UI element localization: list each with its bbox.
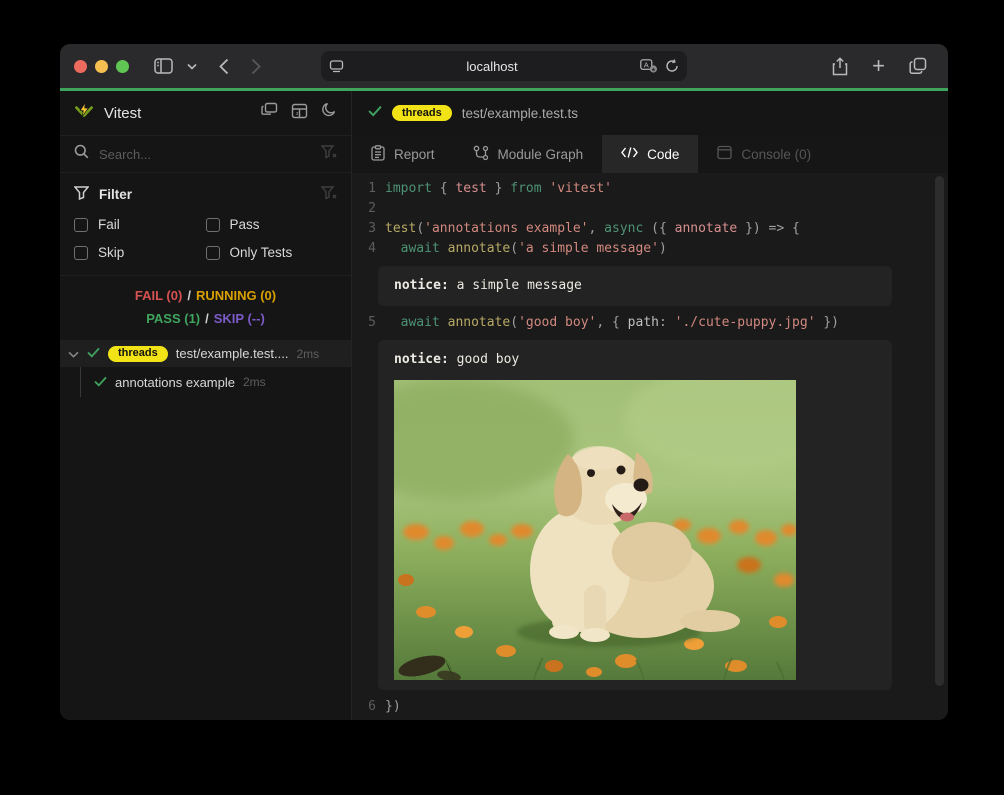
pool-badge: threads (108, 346, 168, 362)
annotation-notice: notice: a simple message (378, 266, 892, 306)
test-duration: 2ms (243, 375, 266, 389)
sidebar-toggle-icon[interactable] (147, 51, 180, 81)
indent-guide (80, 367, 81, 397)
test-case-row[interactable]: annotations example 2ms (60, 367, 351, 397)
code-line: 7 (352, 717, 948, 720)
zoom-window-button[interactable] (116, 60, 129, 73)
minimize-window-button[interactable] (95, 60, 108, 73)
check-icon (87, 346, 100, 361)
code-line: 2 (352, 199, 948, 219)
filter-section: Filter Fail Pass (60, 173, 351, 276)
code-scrollbar-thumb[interactable] (935, 176, 944, 686)
checkbox-icon (74, 218, 88, 232)
share-icon[interactable] (825, 51, 855, 81)
test-case-name: annotations example (115, 375, 235, 390)
checkbox-icon (74, 246, 88, 260)
code-line: 5 await annotate('good boy', { path: './… (352, 313, 948, 333)
address-bar[interactable]: localhost A ★ (321, 51, 687, 81)
tab-module-graph[interactable]: Module Graph (454, 135, 603, 173)
forward-button[interactable] (244, 51, 268, 81)
svg-text:31: 31 (296, 111, 302, 116)
filter-label: Filter (99, 187, 132, 202)
back-button[interactable] (212, 51, 236, 81)
skip-count: SKIP (--) (214, 311, 265, 326)
url-text: localhost (344, 59, 640, 74)
tab-report[interactable]: Report (352, 135, 454, 173)
filter-checkbox-skip[interactable]: Skip (74, 245, 206, 260)
chevron-down-icon[interactable] (68, 346, 79, 361)
pool-badge: threads (392, 105, 452, 121)
filter-checkbox-pass[interactable]: Pass (206, 217, 338, 232)
fail-count: FAIL (0) (135, 288, 182, 303)
clear-filter-icon[interactable] (321, 186, 337, 203)
search-input[interactable] (99, 147, 311, 162)
vitest-logo-icon (74, 101, 94, 126)
sidebar: Vitest 31 (60, 91, 352, 720)
svg-text:★: ★ (651, 66, 656, 73)
open-file-name: test/example.test.ts (462, 106, 578, 121)
report-icon (371, 145, 385, 164)
reload-icon[interactable] (665, 59, 679, 73)
calendar-icon[interactable]: 31 (291, 102, 308, 124)
browser-toolbar: localhost A ★ (60, 44, 948, 88)
code-line: 1import { test } from 'vitest' (352, 179, 948, 199)
module-graph-icon (473, 145, 489, 164)
dashboard-icon[interactable] (261, 102, 278, 124)
annotation-label: notice: (394, 352, 449, 367)
pass-count: PASS (1) (146, 311, 200, 326)
running-count: RUNNING (0) (196, 288, 276, 303)
code-line: 4 await annotate('a simple message') (352, 239, 948, 259)
test-file-name: test/example.test.... (176, 346, 289, 361)
close-window-button[interactable] (74, 60, 87, 73)
filter-checkbox-fail[interactable]: Fail (74, 217, 206, 232)
test-tree: threads test/example.test.... 2ms annota… (60, 340, 351, 720)
check-icon (368, 104, 382, 122)
new-tab-icon[interactable]: + (865, 51, 892, 81)
test-file-row[interactable]: threads test/example.test.... 2ms (60, 340, 351, 367)
search-icon (74, 144, 89, 164)
translate-icon[interactable]: A ★ (640, 59, 658, 73)
browser-window: localhost A ★ (60, 44, 948, 720)
code-line: 3test('annotations example', async ({ an… (352, 219, 948, 239)
tab-overview-icon[interactable] (902, 51, 934, 81)
tab-console[interactable]: Console (0) (698, 135, 830, 173)
test-duration: 2ms (296, 347, 319, 361)
checkbox-icon (206, 246, 220, 260)
filter-funnel-icon (74, 186, 89, 203)
dark-mode-moon-icon[interactable] (321, 102, 337, 124)
puppy-attachment-image (394, 380, 796, 680)
console-icon (717, 145, 732, 163)
file-header: threads test/example.test.ts (352, 91, 948, 135)
filter-checkbox-only-tests[interactable]: Only Tests (206, 245, 338, 260)
code-icon (621, 146, 638, 162)
tab-code[interactable]: Code (602, 135, 698, 173)
annotation-message: a simple message (449, 278, 582, 293)
test-summary: FAIL (0)/RUNNING (0) PASS (1)/SKIP (--) (60, 276, 351, 340)
app-title: Vitest (104, 105, 141, 122)
view-tabs: Report Module Graph (352, 135, 948, 173)
checkbox-icon (206, 218, 220, 232)
main-panel: threads test/example.test.ts Report (352, 91, 948, 720)
clear-search-filter-icon[interactable] (321, 145, 337, 164)
annotation-label: notice: (394, 278, 449, 293)
code-line: 6}) (352, 697, 948, 717)
annotation-notice: notice: good boy (378, 340, 892, 690)
sidebar-menu-chevron-down-icon[interactable] (180, 51, 204, 81)
check-icon (94, 375, 107, 390)
annotation-message: good boy (449, 352, 519, 367)
page-icon (329, 60, 344, 73)
svg-text:A: A (644, 60, 649, 69)
code-editor[interactable]: 1import { test } from 'vitest' 2 3test('… (352, 173, 948, 720)
traffic-lights (74, 60, 129, 73)
